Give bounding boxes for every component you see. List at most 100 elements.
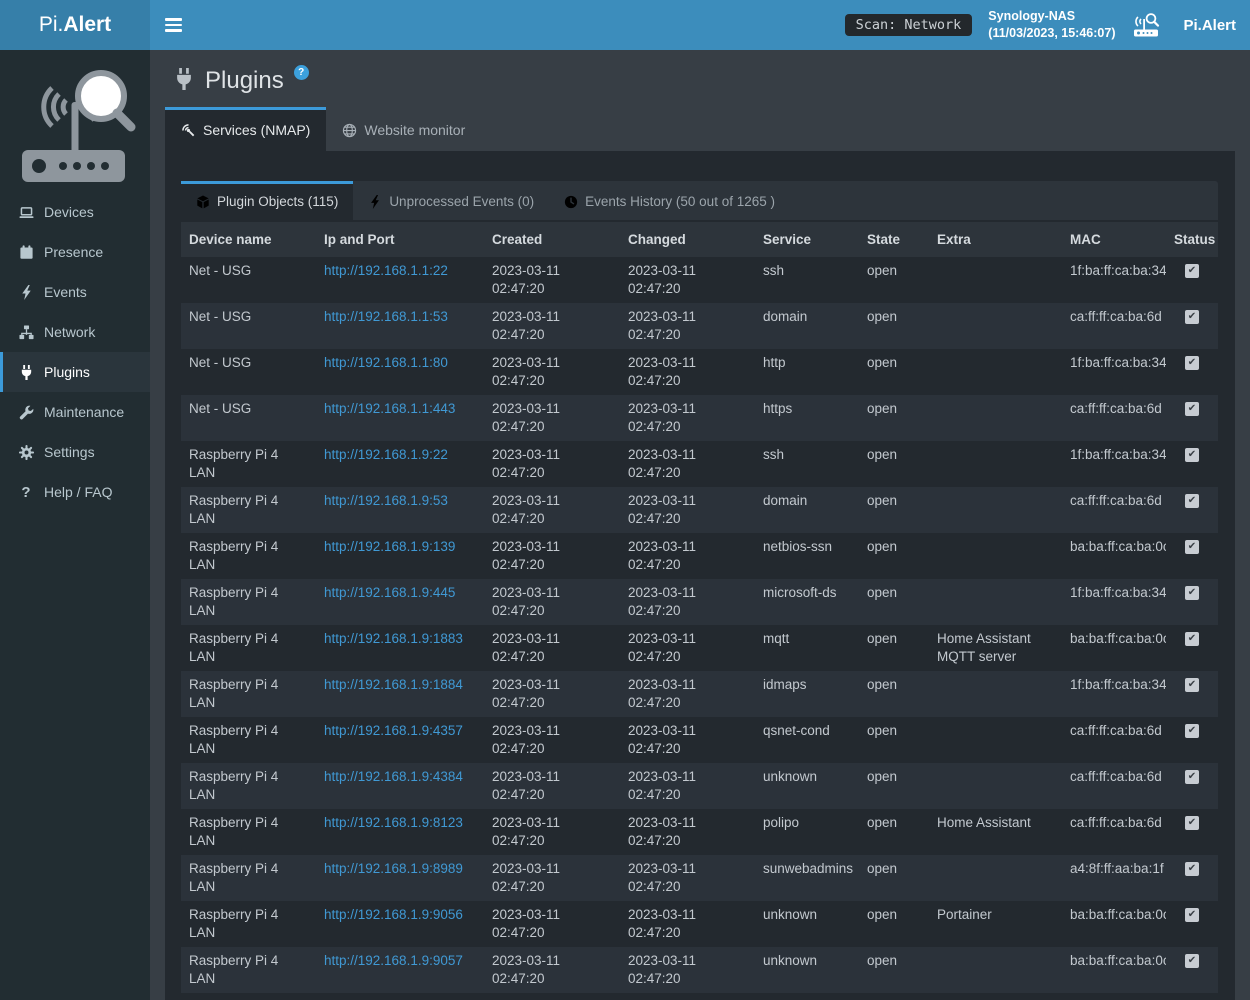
hamburger-icon: [165, 18, 182, 21]
column-header-created[interactable]: Created: [484, 222, 620, 257]
extra-cell: Home Assistant MQTT server: [929, 625, 1062, 671]
ip-port-link[interactable]: http://192.168.1.9:1884: [324, 677, 463, 692]
tab-services-nmap[interactable]: Services (NMAP): [165, 107, 326, 151]
ip-port-link[interactable]: http://192.168.1.9:139: [324, 539, 455, 554]
ip-port-link[interactable]: http://192.168.1.1:53: [324, 309, 448, 324]
created-cell: 2023-03-11 02:47:20: [484, 947, 620, 993]
mac-cell: ca:ff:ff:ca:ba:6d: [1062, 763, 1166, 809]
table-row: Raspberry Pi 4 LANhttp://192.168.1.9:139…: [181, 533, 1218, 579]
status-checkbox[interactable]: [1185, 816, 1199, 830]
sidebar-item-label: Maintenance: [44, 404, 124, 420]
status-checkbox[interactable]: [1185, 862, 1199, 876]
table-row: Raspberry Pi 4 LANhttp://192.168.1.9:532…: [181, 487, 1218, 533]
top-navbar: Pi.Alert Scan: Network Synology-NAS (11/…: [0, 0, 1250, 50]
ip-port-link[interactable]: http://192.168.1.1:443: [324, 401, 455, 416]
status-checkbox[interactable]: [1185, 356, 1199, 370]
column-header-ip-and-port[interactable]: Ip and Port: [316, 222, 484, 257]
ip-port-cell: http://192.168.1.9:53: [316, 487, 484, 533]
ip-port-cell: http://192.168.1.9:9058: [316, 993, 484, 1000]
column-header-service[interactable]: Service: [755, 222, 859, 257]
ip-port-link[interactable]: http://192.168.1.9:9056: [324, 907, 463, 922]
status-checkbox[interactable]: [1185, 402, 1199, 416]
sidebar-menu: DevicesPresence Events NetworkPlugins Maint…: [0, 192, 150, 512]
subtab-unprocessed-events-0[interactable]: Unprocessed Events (0): [353, 181, 549, 220]
subtab-events-history-50-out-of-1265[interactable]: Events History (50 out of 1265 ): [549, 181, 790, 220]
status-checkbox[interactable]: [1185, 678, 1199, 692]
ip-port-link[interactable]: http://192.168.1.9:9057: [324, 953, 463, 968]
mac-cell: 1f:ca:ff:ca:ba:5b: [1062, 993, 1166, 1000]
tab-website-monitor[interactable]: Website monitor: [326, 107, 481, 151]
status-checkbox[interactable]: [1185, 908, 1199, 922]
ip-port-link[interactable]: http://192.168.1.9:4357: [324, 723, 463, 738]
sidebar-item-settings[interactable]: Settings: [0, 432, 150, 472]
sidebar-item-presence[interactable]: Presence: [0, 232, 150, 272]
service-cell: ssh: [755, 257, 859, 303]
help-badge[interactable]: ?: [294, 65, 309, 80]
table-row: Raspberry Pi 4 LANhttp://192.168.1.9:905…: [181, 947, 1218, 993]
ip-port-link[interactable]: http://192.168.1.9:22: [324, 447, 448, 462]
ip-port-link[interactable]: http://192.168.1.9:53: [324, 493, 448, 508]
column-header-mac[interactable]: MAC: [1062, 222, 1166, 257]
sidebar-item-maintenance[interactable]: Maintenance: [0, 392, 150, 432]
status-cell: [1166, 809, 1218, 855]
status-checkbox[interactable]: [1185, 954, 1199, 968]
ip-port-link[interactable]: http://192.168.1.9:1883: [324, 631, 463, 646]
table-row: Raspberry Pi 4 LANhttp://192.168.1.9:222…: [181, 441, 1218, 487]
ip-port-cell: http://192.168.1.9:445: [316, 579, 484, 625]
sidebar: DevicesPresence Events NetworkPlugins Maint…: [0, 50, 150, 1000]
device-name-cell: Raspberry Pi 4 LAN: [181, 441, 316, 487]
column-header-extra[interactable]: Extra: [929, 222, 1062, 257]
host-timestamp: (11/03/2023, 15:46:07): [988, 25, 1115, 43]
column-header-device-name[interactable]: Device name: [181, 222, 316, 257]
column-header-status[interactable]: Status: [1166, 222, 1218, 257]
ip-port-link[interactable]: http://192.168.1.9:8123: [324, 815, 463, 830]
sidebar-item-events[interactable]: Events: [0, 272, 150, 312]
status-checkbox[interactable]: [1185, 264, 1199, 278]
device-name-cell: Net - USG: [181, 303, 316, 349]
changed-cell: 2023-03-11 02:47:20: [620, 901, 755, 947]
extra-cell: [929, 441, 1062, 487]
status-cell: [1166, 579, 1218, 625]
changed-cell: 2023-03-11 02:47:20: [620, 395, 755, 441]
status-checkbox[interactable]: [1185, 586, 1199, 600]
column-header-state[interactable]: State: [859, 222, 929, 257]
table-row: Net - USG http://192.168.1.1:53 2023-03-11…: [181, 303, 1218, 349]
created-cell: 2023-03-11 02:47:20: [484, 257, 620, 303]
gear-icon: [17, 444, 35, 460]
ip-port-link[interactable]: http://192.168.1.9:8989: [324, 861, 463, 876]
sidebar-item-devices[interactable]: Devices: [0, 192, 150, 232]
brand-prefix: Pi.: [39, 13, 64, 36]
ip-port-link[interactable]: http://192.168.1.1:22: [324, 263, 448, 278]
status-checkbox[interactable]: [1185, 448, 1199, 462]
ip-port-link[interactable]: http://192.168.1.9:4384: [324, 769, 463, 784]
status-checkbox[interactable]: [1185, 310, 1199, 324]
status-checkbox[interactable]: [1185, 724, 1199, 738]
sidebar-item-label: Events: [44, 284, 87, 300]
subtab-plugin-objects-115[interactable]: Plugin Objects (115): [181, 181, 353, 220]
state-cell: open: [859, 671, 929, 717]
column-header-changed[interactable]: Changed: [620, 222, 755, 257]
ip-port-link[interactable]: http://192.168.1.1:80: [324, 355, 448, 370]
brand-logo[interactable]: Pi.Alert: [0, 0, 150, 50]
extra-cell: [929, 533, 1062, 579]
mac-cell: ca:ff:ff:ca:ba:6d: [1062, 395, 1166, 441]
service-cell: polipo: [755, 809, 859, 855]
ip-port-cell: http://192.168.1.9:22: [316, 441, 484, 487]
status-checkbox[interactable]: [1185, 632, 1199, 646]
ip-port-cell: http://192.168.1.9:4357: [316, 717, 484, 763]
changed-cell: 2023-03-11 02:47:20: [620, 671, 755, 717]
ip-port-link[interactable]: http://192.168.1.9:445: [324, 585, 455, 600]
created-cell: 2023-03-11 02:47:20: [484, 303, 620, 349]
service-cell: ssh: [755, 441, 859, 487]
sidebar-item-help-faq[interactable]: ?Help / FAQ: [0, 472, 150, 512]
status-checkbox[interactable]: [1185, 540, 1199, 554]
ip-port-cell: http://192.168.1.9:139: [316, 533, 484, 579]
sidebar-item-network[interactable]: Network: [0, 312, 150, 352]
sidebar-toggle-button[interactable]: [150, 0, 196, 50]
extra-cell: [929, 487, 1062, 533]
sidebar-item-plugins[interactable]: Plugins: [0, 352, 150, 392]
status-cell: [1166, 717, 1218, 763]
status-checkbox[interactable]: [1185, 770, 1199, 784]
main-layout: DevicesPresence Events NetworkPlugins Maint…: [0, 50, 1250, 1000]
status-checkbox[interactable]: [1185, 494, 1199, 508]
